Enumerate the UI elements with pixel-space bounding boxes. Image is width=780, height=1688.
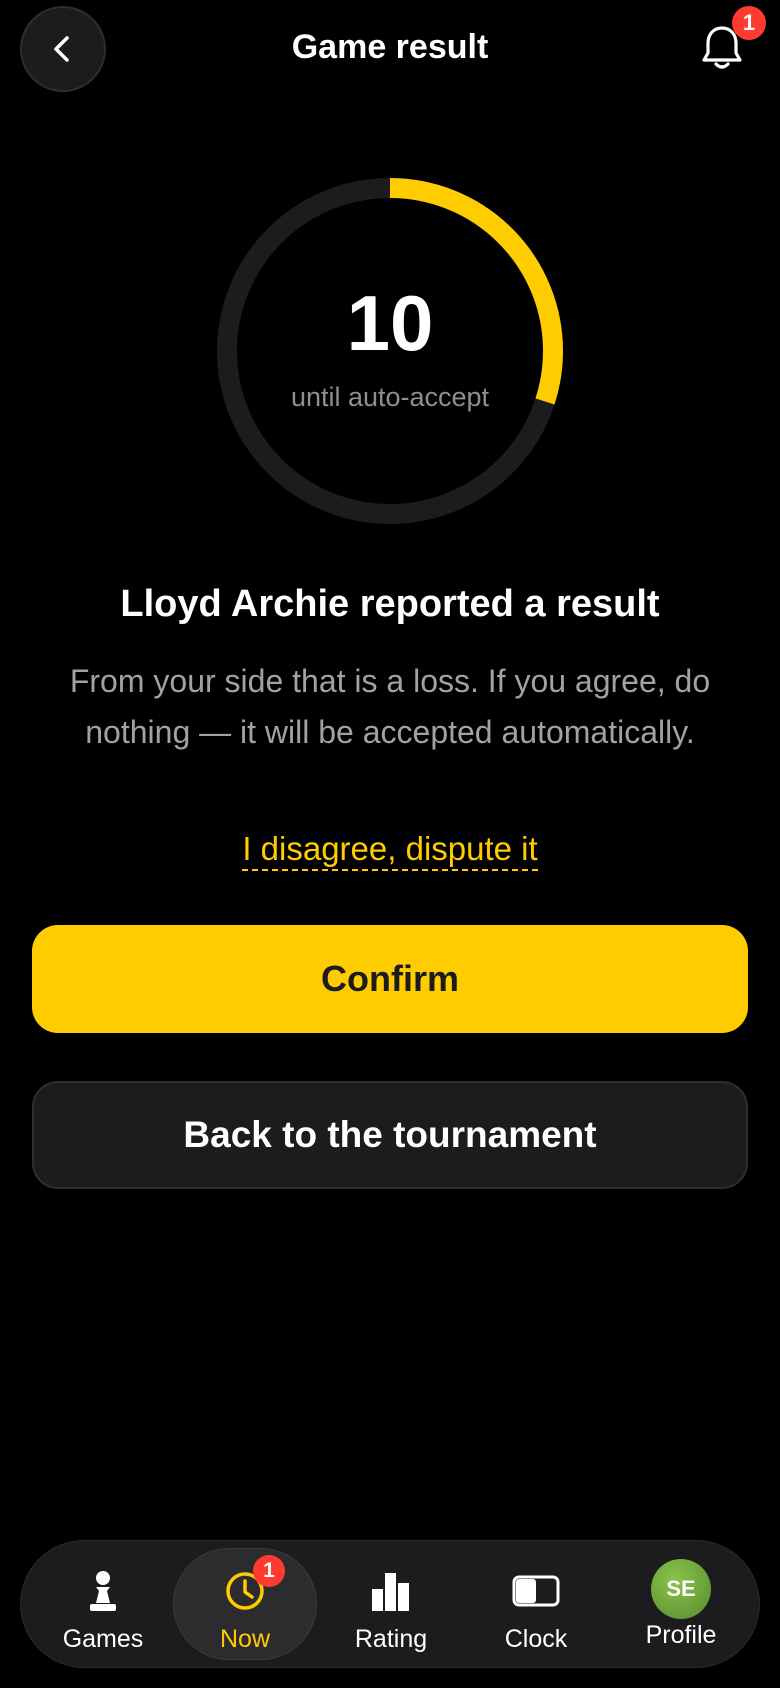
page-title: Game result [291, 28, 489, 66]
tab-clock-label: Clock [504, 1625, 568, 1653]
countdown-caption: until auto-accept [290, 382, 490, 412]
notifications-button[interactable]: 1 [700, 6, 766, 80]
pawn-icon [90, 1571, 116, 1611]
dispute-link-row: I disagree, dispute it [0, 830, 780, 871]
countdown-ring: 10 until auto-accept [217, 178, 563, 524]
tab-now[interactable]: 1 Now [173, 1548, 317, 1660]
bar-chart-icon [372, 1573, 409, 1611]
chess-clock-icon [512, 1575, 560, 1607]
notification-badge: 1 [732, 6, 766, 40]
tab-clock[interactable]: Clock [466, 1541, 606, 1669]
dispute-link[interactable]: I disagree, dispute it [242, 830, 538, 871]
avatar: SE [651, 1559, 711, 1619]
tab-now-label: Now [219, 1625, 270, 1653]
report-heading: Lloyd Archie reported a result [120, 583, 660, 625]
tab-rating[interactable]: Rating [321, 1541, 461, 1669]
report-description: From your side that is a loss. If you ag… [69, 663, 711, 750]
confirm-button[interactable]: Confirm [32, 925, 748, 1033]
tab-profile[interactable]: SE Profile [611, 1541, 751, 1669]
tab-games[interactable]: Games [33, 1541, 173, 1669]
tab-bar: Games 1 Now Rating Clock SE Profile [20, 1540, 760, 1668]
countdown-value: 10 [346, 279, 434, 367]
header: Game result 1 [0, 0, 780, 100]
tab-now-badge: 1 [253, 1555, 285, 1587]
back-to-tournament-button[interactable]: Back to the tournament [32, 1081, 748, 1189]
tab-rating-label: Rating [354, 1625, 428, 1653]
tab-profile-label: Profile [645, 1621, 717, 1649]
tab-games-label: Games [62, 1625, 144, 1653]
